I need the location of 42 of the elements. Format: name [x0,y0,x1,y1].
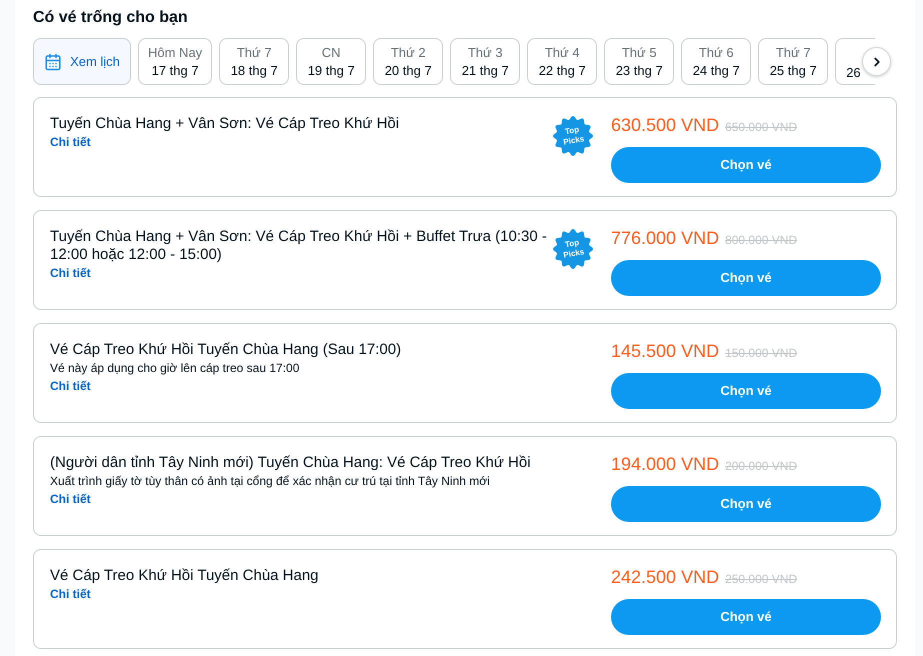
calendar-icon [44,52,62,70]
choose-ticket-button[interactable]: Chọn vé [611,373,881,409]
date-tab[interactable]: CN 19 thg 7 [296,38,366,85]
date-tab[interactable]: Thứ 6 24 thg 7 [681,38,752,85]
date-tab[interactable]: Thứ 4 22 thg 7 [527,38,598,85]
ticket-price: 145.500 VND [611,341,720,361]
choose-ticket-button[interactable]: Chọn vé [611,486,881,522]
calendar-button[interactable]: Xem lịch [33,38,131,85]
ticket-price: 776.000 VND [611,228,720,248]
date-tab[interactable]: Thứ 5 23 thg 7 [604,38,674,85]
details-link[interactable]: Chi tiết [50,490,91,508]
details-link[interactable]: Chi tiết [50,264,91,282]
ticket-title: (Người dân tỉnh Tây Ninh mới) Tuyến Chùa Hang: Vé Cáp Treo Khứ Hồi [50,454,531,472]
section-heading: Có vé trống cho bạn [33,8,189,28]
ticket-price: 630.500 VND [611,115,720,135]
original-price: 800.000 VND [725,232,798,248]
details-link[interactable]: Chi tiết [50,377,91,395]
ticket-title: Tuyến Chùa Hang + Vân Sơn: Vé Cáp Treo Khứ Hồi + Buffet Trưa (10:30 - 12:00 hoặc 12:00 - 15:00) [50,228,548,264]
next-button[interactable] [862,47,891,76]
ticket-title: Vé Cáp Treo Khứ Hồi Tuyến Chùa Hang (Sau 17:00) [50,341,402,359]
ticket-note: Vé này áp dụng cho giờ lên cáp treo sau 17:00 [50,360,300,377]
top-picks-badge: Top Picks [553,116,593,156]
details-link[interactable]: Chi tiết [50,585,91,603]
top-picks-badge: Top Picks [553,229,593,269]
date-tab[interactable]: Thứ 3 21 thg 7 [450,38,520,85]
date-tab[interactable]: Hôm Nay 17 thg 7 [138,38,212,85]
date-tab[interactable]: Thứ 2 20 thg 7 [373,38,444,85]
original-price: 250.000 VND [725,571,798,587]
details-link[interactable]: Chi tiết [50,133,91,151]
choose-ticket-button[interactable]: Chọn vé [611,599,881,635]
choose-ticket-button[interactable]: Chọn vé [611,147,881,183]
original-price: 150.000 VND [725,345,798,361]
ticket-title: Tuyến Chùa Hang + Vân Sơn: Vé Cáp Treo Khứ Hồi [50,115,400,133]
ticket-note: Xuất trình giấy tờ tùy thân có ảnh tại cổng để xác nhận cư trú tại tỉnh Tây Ninh mới [50,473,490,490]
ticket-price: 242.500 VND [611,567,720,587]
choose-ticket-button[interactable]: Chọn vé [611,260,881,296]
ticket-title: Vé Cáp Treo Khứ Hồi Tuyến Chùa Hang [50,567,319,585]
original-price: 200.000 VND [725,458,798,474]
ticket-price: 194.000 VND [611,454,720,474]
original-price: 650.000 VND [725,119,798,135]
date-tab[interactable]: Thứ 7 25 thg 7 [758,38,828,85]
date-tab[interactable]: Thứ 7 18 thg 7 [219,38,290,85]
